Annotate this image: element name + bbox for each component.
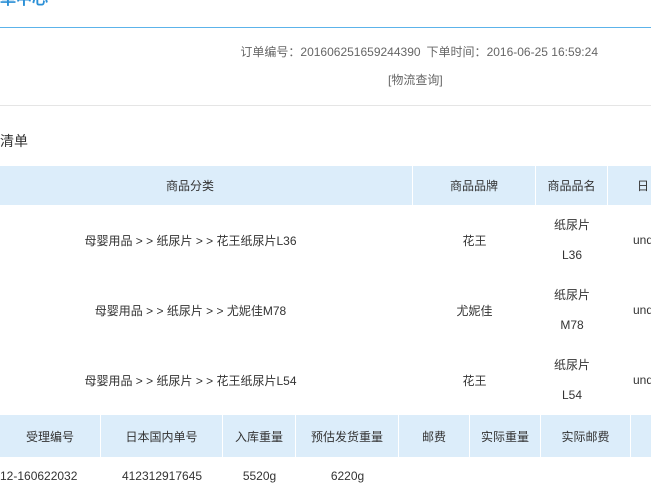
item-brand: 花王 bbox=[462, 373, 487, 388]
shipping-postage bbox=[399, 457, 470, 494]
item-product-name: 纸尿片 M78 bbox=[536, 275, 608, 345]
logistics-query-link[interactable]: [物流查询] bbox=[388, 72, 443, 88]
item-name-line: L36 bbox=[561, 248, 583, 262]
column-header-actual-weight: 实际重量 bbox=[470, 415, 541, 457]
column-header-jp-name: 日 bbox=[637, 179, 650, 193]
items-table-header: 商品分类 商品品牌 商品品名 日 bbox=[0, 166, 651, 205]
column-header-inbound-weight: 入库重量 bbox=[223, 415, 296, 457]
item-name-line: L54 bbox=[561, 388, 583, 402]
order-number: 201606251659244390 bbox=[300, 45, 421, 59]
table-row: 母婴用品 > > 纸尿片 > > 花王纸尿片L36 花王 纸尿片 L36 und bbox=[0, 205, 651, 275]
section-divider bbox=[0, 105, 651, 106]
column-header-jp-tracking-no: 日本国内单号 bbox=[101, 415, 223, 457]
item-product-name: 纸尿片 L36 bbox=[536, 205, 608, 275]
column-header-product-name: 商品品名 bbox=[536, 166, 608, 205]
table-row: 母婴用品 > > 纸尿片 > > 尤妮佳M78 尤妮佳 纸尿片 M78 und bbox=[0, 275, 651, 345]
column-header-more bbox=[631, 415, 651, 457]
item-name-line: 纸尿片 bbox=[553, 288, 590, 302]
item-name-line: 纸尿片 bbox=[553, 358, 590, 372]
column-header-est-ship-weight: 预估发货重量 bbox=[296, 415, 399, 457]
order-time: 2016-06-25 16:59:24 bbox=[486, 45, 598, 59]
shipping-actual-weight bbox=[470, 457, 541, 494]
item-jp-name: und bbox=[633, 303, 651, 317]
item-name-line: M78 bbox=[560, 318, 584, 332]
shipping-table-header: 受理编号 日本国内单号 入库重量 预估发货重量 邮费 实际重量 实际邮费 bbox=[0, 415, 651, 457]
shipping-est-ship-weight: 6220g bbox=[330, 468, 365, 483]
shipping-jp-tracking-no: 412312917645 bbox=[121, 468, 203, 483]
item-name-line: 纸尿片 bbox=[553, 218, 590, 232]
item-jp-name: und bbox=[633, 373, 651, 387]
column-header-accept-no: 受理编号 bbox=[0, 415, 101, 457]
table-row: 12-160622032 412312917645 5520g 6220g bbox=[0, 457, 651, 494]
item-brand: 花王 bbox=[462, 233, 487, 248]
item-product-name: 纸尿片 L54 bbox=[536, 345, 608, 415]
order-time-label: 下单时间： bbox=[426, 45, 487, 59]
order-detail-page: 单中心 订单编号：201606251659244390 下单时间：2016-06-… bbox=[0, 0, 651, 494]
column-header-category: 商品分类 bbox=[0, 166, 413, 205]
item-brand: 尤妮佳 bbox=[456, 303, 493, 318]
item-jp-name: und bbox=[633, 233, 651, 247]
item-category: 母婴用品 > > 纸尿片 > > 花王纸尿片L36 bbox=[84, 233, 297, 248]
table-row: 母婴用品 > > 纸尿片 > > 花王纸尿片L54 花王 纸尿片 L54 und bbox=[0, 345, 651, 415]
shipping-actual-postage bbox=[541, 457, 631, 494]
column-header-postage: 邮费 bbox=[399, 415, 470, 457]
order-number-label: 订单编号： bbox=[240, 45, 301, 59]
page-title: 单中心 bbox=[0, 0, 48, 10]
shipping-accept-no: 12-160622032 bbox=[0, 468, 78, 483]
items-section-title: 清单 bbox=[0, 133, 28, 149]
order-info: 订单编号：201606251659244390 下单时间：2016-06-25 1… bbox=[240, 44, 598, 60]
item-category: 母婴用品 > > 纸尿片 > > 尤妮佳M78 bbox=[94, 303, 287, 318]
title-underline bbox=[0, 27, 651, 28]
item-category: 母婴用品 > > 纸尿片 > > 花王纸尿片L54 bbox=[84, 373, 297, 388]
column-header-actual-postage: 实际邮费 bbox=[541, 415, 631, 457]
column-header-brand: 商品品牌 bbox=[413, 166, 536, 205]
shipping-more bbox=[631, 457, 651, 494]
shipping-inbound-weight: 5520g bbox=[242, 468, 277, 483]
